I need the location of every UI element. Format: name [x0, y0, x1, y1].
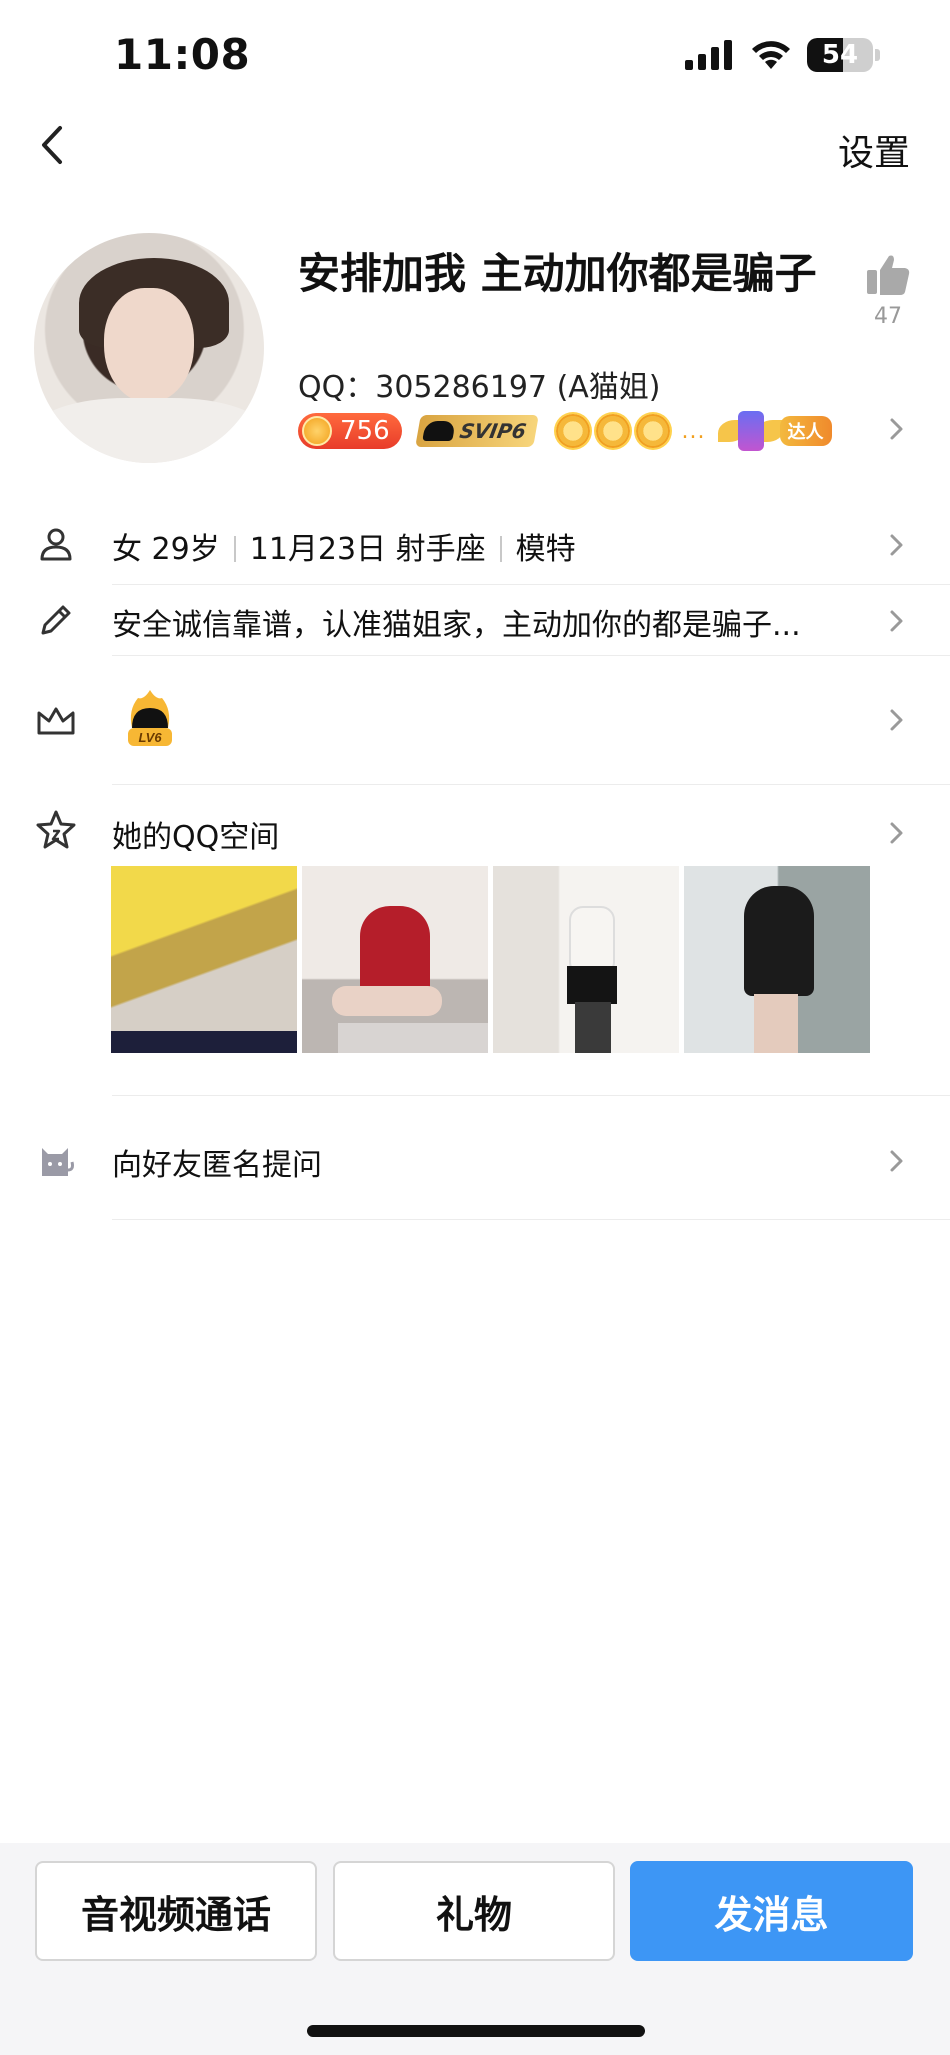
chevron-left-icon: [42, 126, 62, 164]
photo-figure: [575, 1002, 611, 1053]
status-bar: 11:08 54: [0, 0, 950, 110]
qzone-row[interactable]: 她的QQ空间: [0, 800, 950, 860]
separator: [233, 536, 236, 562]
sun-icon: [635, 414, 670, 448]
battery-icon: 54: [807, 38, 873, 72]
svip-badge[interactable]: SVIP6: [414, 415, 539, 447]
info-text: 女 29岁 11月23日 射手座 模特: [112, 524, 576, 568]
chevron-right-icon: [890, 418, 903, 440]
back-button[interactable]: [34, 120, 74, 170]
crown-icon: [34, 698, 78, 742]
gender: 女: [112, 532, 142, 567]
job: 模特: [515, 532, 576, 567]
coin-icon: [302, 416, 332, 446]
lv-badge[interactable]: LV6: [122, 688, 178, 752]
coin-value: 756: [340, 416, 390, 446]
chevron-right-icon: [890, 709, 903, 731]
thumbs-up-icon: [867, 255, 910, 295]
battery-cap: [875, 49, 880, 61]
divider: [112, 584, 950, 585]
qq-line: QQ：305286197 (A猫姐): [298, 362, 661, 406]
avatar-shoulder: [34, 398, 264, 463]
divider: [112, 784, 950, 785]
bottom-action-bar: 音视频通话 礼物 发消息: [0, 1843, 950, 2055]
photo-figure: [567, 966, 617, 1004]
avatar-face: [104, 288, 194, 403]
status-icons: 54: [685, 38, 880, 72]
qzone-photo[interactable]: [493, 866, 679, 1053]
age: 29岁: [151, 532, 220, 567]
cat-icon: [34, 1138, 78, 1182]
anonymous-question-row[interactable]: 向好友匿名提问: [0, 1130, 950, 1190]
chevron-right-icon: [890, 822, 903, 844]
info-row[interactable]: 女 29岁 11月23日 射手座 模特: [0, 512, 950, 580]
level-suns[interactable]: ...: [555, 414, 706, 448]
qq-number: 305286197: [375, 370, 548, 405]
svip-label: SVIP6: [457, 419, 528, 443]
qzone-title: 她的QQ空间: [112, 820, 280, 855]
send-message-button[interactable]: 发消息: [630, 1861, 913, 1961]
coin-badge[interactable]: 756: [298, 413, 402, 449]
chevron-right-icon: [890, 534, 903, 556]
daren-label: 达人: [779, 416, 832, 446]
pencil-icon: [34, 598, 78, 642]
separator: [499, 536, 502, 562]
divider: [112, 655, 950, 656]
chevron-right-icon: [890, 1150, 903, 1172]
settings-button[interactable]: 设置: [838, 124, 910, 176]
battery-level: 54: [821, 40, 859, 70]
sun-icon: [555, 414, 590, 448]
cellular-signal-icon: [685, 40, 732, 70]
lv-label: LV6: [138, 730, 162, 745]
video-call-button[interactable]: 音视频通话: [35, 1861, 317, 1961]
qzone-photo[interactable]: [684, 866, 870, 1053]
photo-strip: [111, 1031, 297, 1053]
qzone-photo[interactable]: [111, 866, 297, 1053]
more-levels: ...: [681, 418, 706, 444]
divider: [112, 1095, 950, 1096]
chevron-right-icon: [890, 610, 903, 632]
status-time: 11:08: [114, 30, 251, 79]
home-indicator: [307, 2025, 645, 2037]
sun-icon: [595, 414, 630, 448]
flame-helmet-icon: LV6: [128, 690, 172, 746]
birthday: 11月23日: [249, 532, 387, 567]
photo-figure: [754, 994, 798, 1053]
anonymous-question-label: 向好友匿名提问: [112, 1148, 322, 1183]
photo-figure: [744, 886, 814, 996]
signature-row[interactable]: 安全诚信靠谱，认准猫姐家，主动加你的都是骗子...: [0, 588, 950, 654]
zodiac: 射手座: [395, 532, 486, 567]
profile-name: 安排加我 主动加你都是骗子: [298, 249, 817, 298]
profile-detail-arrow[interactable]: [884, 414, 908, 448]
star-icon: [34, 808, 78, 852]
person-icon: [34, 522, 78, 566]
qzone-photos[interactable]: [111, 866, 870, 1053]
signature-text: 安全诚信靠谱，认准猫姐家，主动加你的都是骗子...: [112, 608, 801, 643]
phone-icon: [737, 411, 764, 451]
like-button[interactable]: 47: [858, 252, 918, 329]
wifi-icon: [752, 41, 790, 69]
photo-figure: [332, 986, 442, 1016]
gift-button[interactable]: 礼物: [333, 1861, 615, 1961]
qq-remark: (A猫姐): [556, 370, 661, 405]
photo-strip: [338, 1023, 488, 1053]
badge-row[interactable]: 756 SVIP6 ... 达人: [298, 410, 832, 452]
divider: [112, 1219, 950, 1220]
photo-figure: [360, 906, 430, 996]
qzone-photo[interactable]: [302, 866, 488, 1053]
avatar[interactable]: [34, 233, 264, 463]
like-count: 47: [874, 304, 902, 329]
qq-label: QQ：: [298, 370, 376, 405]
daren-badge[interactable]: 达人: [717, 411, 832, 451]
helmet-icon: [421, 421, 456, 441]
